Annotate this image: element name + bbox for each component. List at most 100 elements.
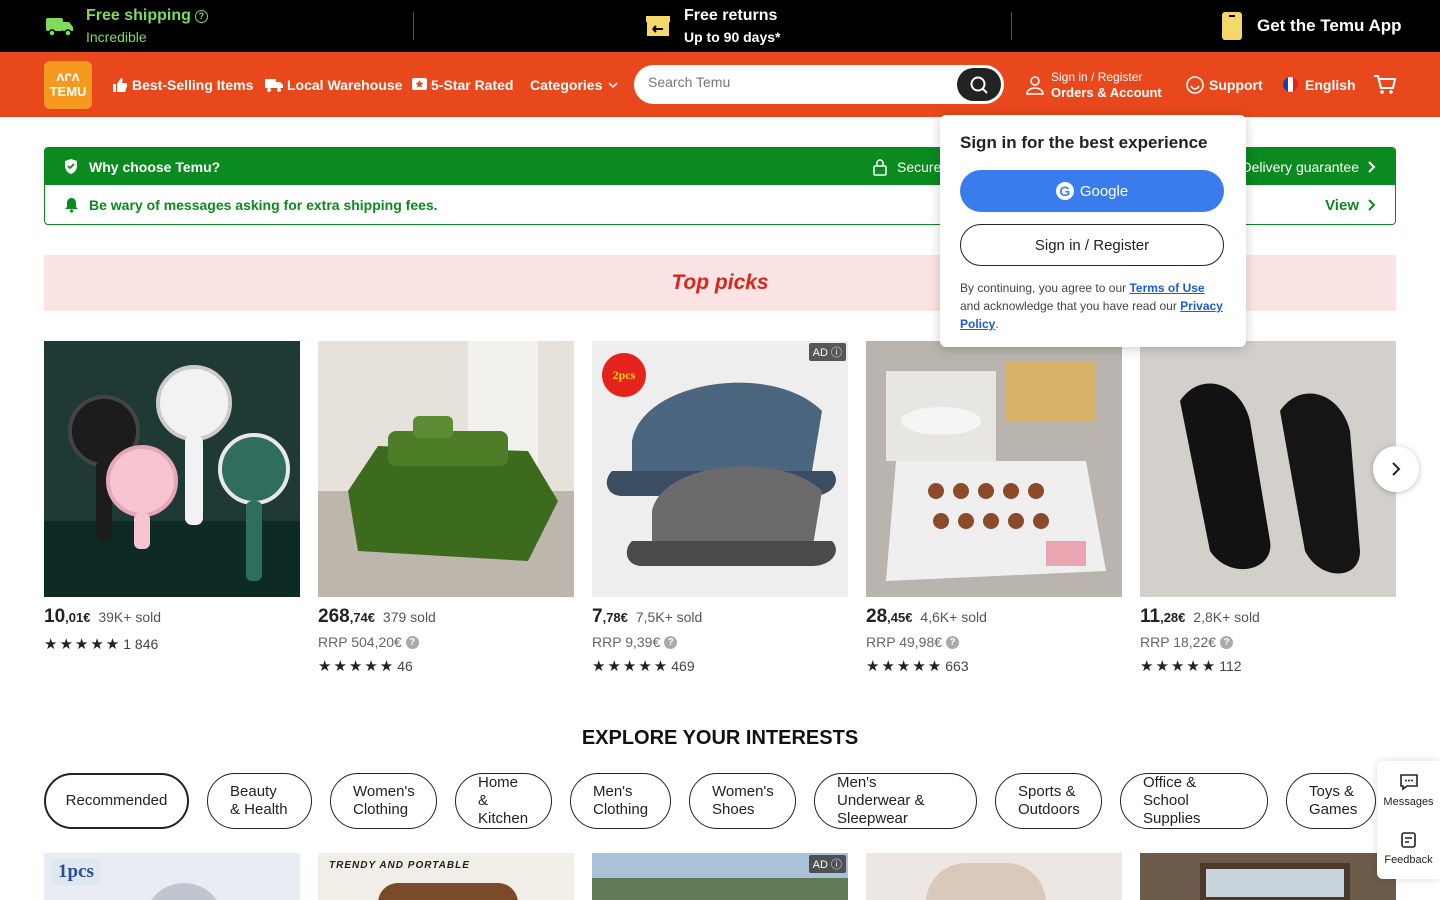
chip-mens-clothing[interactable]: Men's Clothing xyxy=(570,773,671,829)
rrp-price: RRP 18,22€ xyxy=(1140,634,1217,650)
product-card[interactable] xyxy=(866,853,1122,900)
chip-home-kitchen[interactable]: Home & Kitchen xyxy=(455,773,552,829)
help-icon[interactable]: ? xyxy=(664,635,678,649)
rrp-row: RRP 18,22€? xyxy=(1140,634,1396,650)
search-bar xyxy=(634,65,1004,104)
user-icon xyxy=(1026,75,1044,95)
stars-icon: ★★★★★ xyxy=(318,658,396,675)
secure-item: Secure xyxy=(872,158,941,176)
help-icon[interactable]: ? xyxy=(1220,635,1234,649)
sold-count: 2,8K+ sold xyxy=(1193,609,1260,625)
free-shipping-banner[interactable]: Free shipping ? Incredible xyxy=(44,0,208,52)
chip-womens-shoes[interactable]: Women's Shoes xyxy=(689,773,796,829)
language-label: English xyxy=(1305,76,1356,93)
signin-register-button[interactable]: Sign in / Register xyxy=(960,224,1224,266)
feedback-button[interactable]: Feedback xyxy=(1377,819,1440,877)
temu-logo[interactable]: ᐱᒋᐱ TEMU xyxy=(44,61,92,109)
rrp-price: RRP 49,98€ xyxy=(866,634,943,650)
price-decimal: ,45€ xyxy=(887,610,913,625)
help-icon[interactable]: ? xyxy=(946,635,960,649)
product-image[interactable] xyxy=(44,341,300,597)
help-icon: ? xyxy=(194,9,208,23)
product-card[interactable]: 10,01€ 39K+ sold ★★★★★ 1 846 xyxy=(44,341,300,653)
product-card[interactable] xyxy=(1140,853,1396,900)
chip-beauty-health[interactable]: Beauty & Health xyxy=(207,773,312,829)
explore-title: EXPLORE YOUR INTERESTS xyxy=(581,727,859,749)
cart-button[interactable] xyxy=(1373,52,1401,117)
terms-link[interactable]: Terms of Use xyxy=(1129,281,1204,295)
product-card[interactable]: 1pcs xyxy=(44,853,300,900)
organizer-illustration xyxy=(866,341,1122,597)
messages-button[interactable]: Messages xyxy=(1377,761,1440,819)
chip-office-school[interactable]: Office & School Supplies xyxy=(1120,773,1268,829)
product-image[interactable] xyxy=(866,341,1122,597)
thumbs-up-icon xyxy=(113,77,127,92)
nav-categories[interactable]: Categories xyxy=(530,52,623,117)
ad-label: AD xyxy=(812,347,828,359)
caps-illustration: 2pcs xyxy=(602,353,836,566)
price-decimal: ,78€ xyxy=(602,610,628,625)
price-integer: 10 xyxy=(44,606,66,627)
support-link[interactable]: Support xyxy=(1185,52,1263,117)
free-returns-title: Free returns xyxy=(684,7,778,24)
carousel-next-button[interactable] xyxy=(1373,446,1419,492)
google-label: Google xyxy=(1079,182,1129,200)
search-icon xyxy=(970,76,988,94)
chip-mens-underwear[interactable]: Men's Underwear & Sleepwear xyxy=(814,773,977,829)
return-box-icon xyxy=(646,16,670,36)
delivery-label: Delivery guarantee xyxy=(1241,158,1359,175)
nav-local-warehouse[interactable]: Local Warehouse xyxy=(265,52,402,117)
rrp-row: RRP 49,98€? xyxy=(866,634,1122,650)
legal-part: . xyxy=(995,317,999,331)
logo-text: TEMU xyxy=(49,84,87,99)
review-count: 1 846 xyxy=(123,636,159,652)
signin-popup: Sign in for the best experience G Google… xyxy=(940,115,1246,347)
delivery-guarantee[interactable]: Delivery guarantee xyxy=(1241,159,1377,175)
help-icon[interactable]: ? xyxy=(405,635,419,649)
product-image[interactable]: 2pcs AD ⓘ xyxy=(592,341,848,597)
message-icon xyxy=(1399,773,1418,791)
sold-count: 7,5K+ sold xyxy=(635,609,703,625)
nav-best-selling[interactable]: Best-Selling Items xyxy=(112,52,253,117)
flag-icon xyxy=(1283,77,1298,92)
free-returns-banner[interactable]: Free returns Up to 90 days* xyxy=(644,0,780,52)
account-menu[interactable]: Sign in / Register Orders & Account xyxy=(1025,52,1162,117)
ad-badge[interactable]: AD ⓘ xyxy=(808,343,846,361)
product-card[interactable]: 28,45€ 4,6K+ sold RRP 49,98€? ★★★★★ 663 xyxy=(866,341,1122,675)
product-image[interactable] xyxy=(1140,341,1396,597)
nav-label: Categories xyxy=(530,76,603,93)
chip-label: Recommended xyxy=(65,792,168,809)
fan-illustration xyxy=(44,365,300,597)
google-signin-button[interactable]: G Google xyxy=(960,170,1224,212)
window-thumbnail xyxy=(1200,863,1350,900)
product-card[interactable]: TRENDY AND PORTABLE xyxy=(318,853,574,900)
chip-toys-games[interactable]: Toys & Games xyxy=(1286,773,1376,829)
nav-five-star[interactable]: 5-Star Rated xyxy=(412,52,513,117)
search-button[interactable] xyxy=(957,68,1001,101)
chip-recommended[interactable]: Recommended xyxy=(44,773,189,829)
product-card[interactable]: 11,28€ 2,8K+ sold RRP 18,22€? ★★★★★ 112 xyxy=(1140,341,1396,675)
language-selector[interactable]: English xyxy=(1283,52,1356,117)
search-input[interactable] xyxy=(648,74,948,90)
rating: ★★★★★ 469 xyxy=(592,657,848,675)
why-title: Why choose Temu? xyxy=(89,158,221,175)
secure-label: Secure xyxy=(897,158,942,175)
chip-label: Sports & Outdoors xyxy=(1018,783,1080,818)
product-card[interactable]: 2pcs AD ⓘ 7,78€ 7,5K+ sold RRP 9,39€? ★★… xyxy=(592,341,848,675)
rating: ★★★★★ 1 846 xyxy=(44,635,300,653)
price-integer: 11 xyxy=(1140,606,1161,627)
product-card[interactable]: AD ⓘ xyxy=(592,853,848,900)
chevron-right-icon xyxy=(1368,160,1376,173)
nav-label: 5-Star Rated xyxy=(431,76,514,93)
chip-womens-clothing[interactable]: Women's Clothing xyxy=(330,773,437,829)
chevron-right-icon xyxy=(1392,462,1401,476)
chip-sports-outdoors[interactable]: Sports & Outdoors xyxy=(995,773,1102,829)
product-image[interactable] xyxy=(318,341,574,597)
sold-count: 379 sold xyxy=(382,609,436,625)
view-link[interactable]: View xyxy=(1325,197,1377,214)
review-count: 469 xyxy=(671,658,695,674)
ad-badge[interactable]: AD ⓘ xyxy=(808,855,846,873)
chevron-down-icon xyxy=(608,81,618,88)
get-app-banner[interactable]: Get the Temu App xyxy=(1221,0,1402,52)
product-card[interactable]: 268,74€ 379 sold RRP 504,20€? ★★★★★ 46 xyxy=(318,341,574,675)
